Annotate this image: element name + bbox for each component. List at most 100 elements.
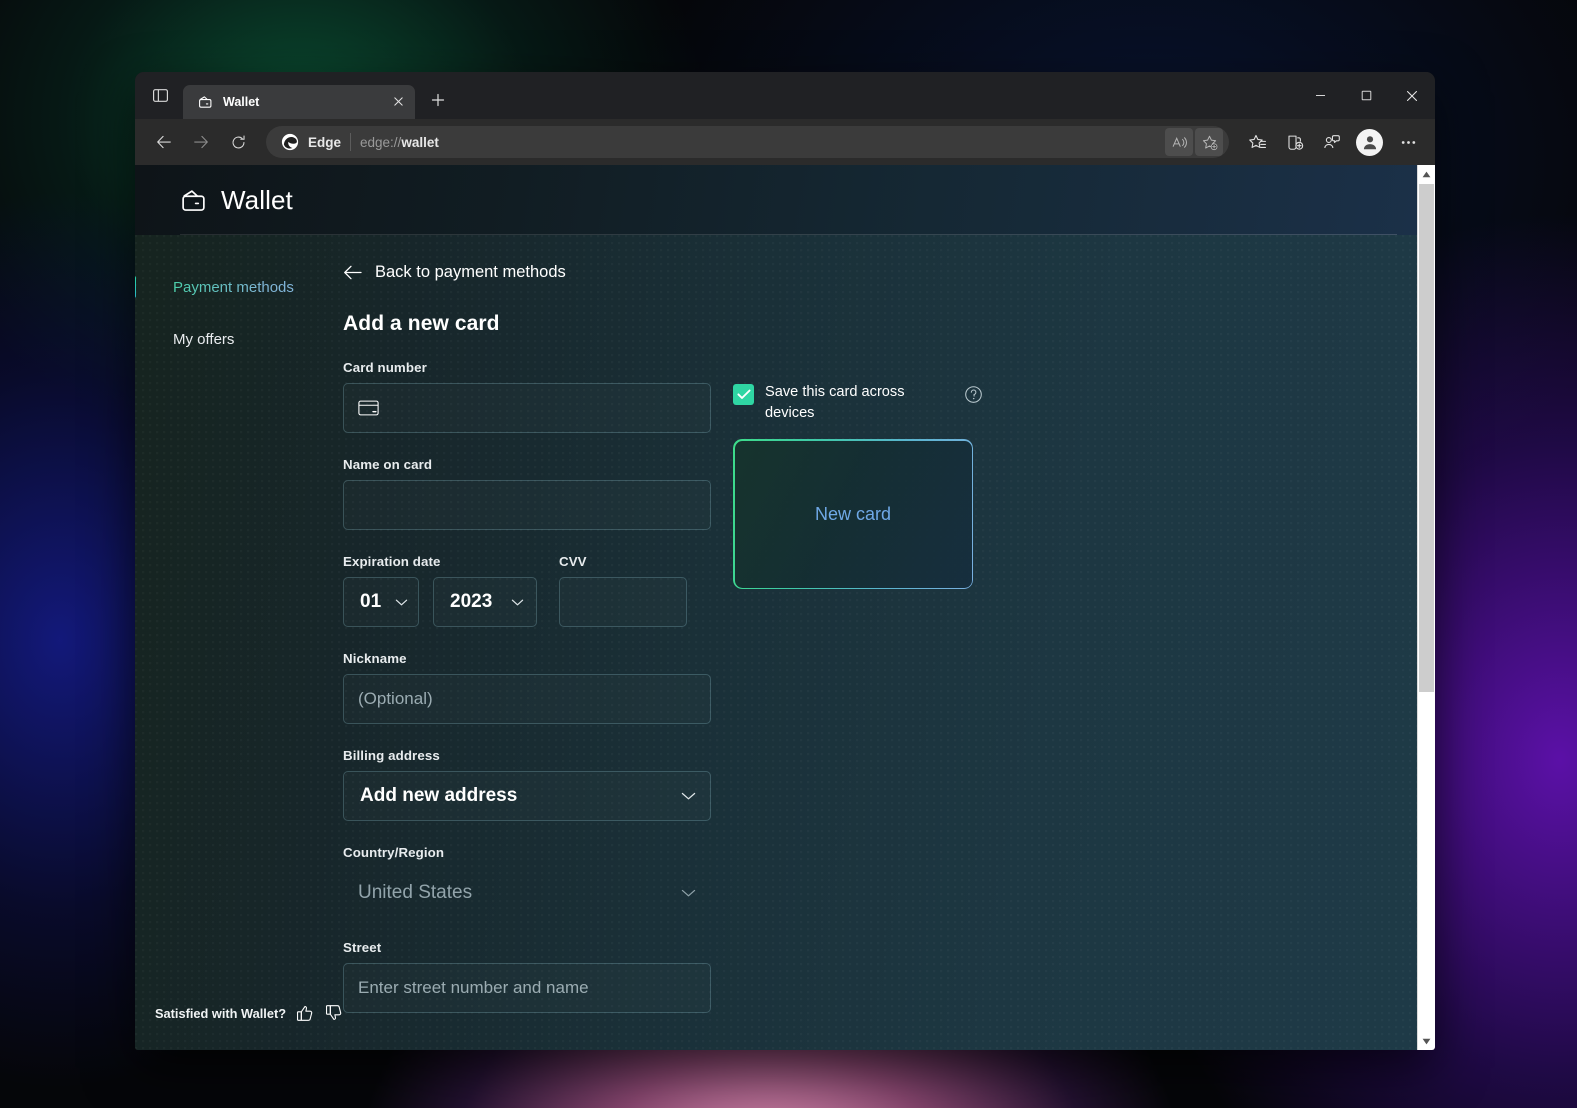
street-placeholder: Enter street number and name [358,978,589,998]
country-field-group: Country/Region United States [343,845,711,918]
back-to-payment-methods-link[interactable]: Back to payment methods [343,263,566,282]
feedback-bar: Satisfied with Wallet? [155,1004,344,1022]
scroll-down-arrow[interactable] [1418,1032,1435,1050]
feedback-label: Satisfied with Wallet? [155,1006,286,1021]
refresh-icon[interactable] [221,125,255,159]
edge-logo-icon [280,133,299,152]
omnibox-brand: Edge [308,135,341,150]
card-number-field-group: Card number [343,360,711,433]
form-heading: Add a new card [343,312,1417,336]
url-input[interactable]: Edge edge://wallet [266,126,1229,158]
scrollbar-thumb[interactable] [1419,184,1434,692]
read-aloud-icon[interactable] [1165,128,1193,156]
form-fields-column: Card number [343,360,711,1013]
close-tab-icon[interactable] [387,91,409,113]
card-preview-column: Save this card across devices [733,360,983,589]
expiration-field-group: Expiration date 01 [343,554,537,627]
street-input[interactable]: Enter street number and name [343,963,711,1013]
save-card-checkbox[interactable] [733,384,754,405]
scroll-up-arrow[interactable] [1418,165,1435,183]
back-arrow-icon[interactable] [147,125,181,159]
expiration-month-value: 01 [360,591,381,613]
wallet-brand: Wallet [180,185,293,216]
omnibox-separator [350,133,351,151]
collections-icon[interactable] [1277,125,1311,159]
street-field-group: Street Enter street number and name [343,940,711,1013]
card-preview: New card [733,439,973,589]
page-viewport: Wallet Payment methods My offers [135,165,1435,1050]
help-circle-icon[interactable] [964,385,983,404]
chevron-down-icon [395,598,408,607]
wallet-body: Payment methods My offers [135,235,1417,1050]
favorites-icon[interactable] [1240,125,1274,159]
thumbs-up-icon[interactable] [296,1004,315,1022]
nickname-label: Nickname [343,651,711,666]
address-bar: Edge edge://wallet [135,119,1435,165]
nickname-placeholder: (Optional) [358,689,433,709]
country-label: Country/Region [343,845,711,860]
cvv-field-group: CVV [559,554,687,627]
name-on-card-label: Name on card [343,457,711,472]
expiration-month-select[interactable]: 01 [343,577,419,627]
expiration-year-select[interactable]: 2023 [433,577,537,627]
scrollbar-track[interactable] [1418,183,1435,1032]
url-text: edge://wallet [360,135,1156,150]
profile-avatar-icon[interactable] [1356,129,1383,156]
sidebar-item-my-offers[interactable]: My offers [135,320,340,358]
card-number-input[interactable] [343,383,711,433]
chevron-down-icon [681,791,696,801]
billing-address-select[interactable]: Add new address [343,771,711,821]
cvv-label: CVV [559,554,687,569]
card-preview-label: New card [815,504,891,525]
chevron-down-icon [511,598,524,607]
add-favorite-icon[interactable] [1195,128,1223,156]
expiration-cvv-row: Expiration date 01 [343,554,711,627]
wallet-icon [197,93,214,110]
country-value: United States [358,882,472,904]
name-on-card-input[interactable] [343,480,711,530]
expiration-label: Expiration date [343,554,537,569]
new-tab-icon[interactable] [423,85,453,115]
close-window-icon[interactable] [1389,72,1435,119]
billing-address-field-group: Billing address Add new address [343,748,711,821]
street-label: Street [343,940,711,955]
forward-arrow-icon[interactable] [184,125,218,159]
sidebar-item-label: My offers [173,331,234,348]
back-link-label: Back to payment methods [375,263,566,282]
save-card-label: Save this card across devices [765,382,905,424]
tab-sidebar-icon[interactable] [145,81,175,111]
form-row: Card number [343,360,1417,1013]
arrow-left-icon [343,264,362,281]
more-settings-icon[interactable] [1391,125,1425,159]
maximize-icon[interactable] [1343,72,1389,119]
main-content: Back to payment methods Add a new card C… [340,235,1417,1050]
expiration-year-value: 2023 [450,591,492,613]
nickname-field-group: Nickname (Optional) [343,651,711,724]
sidebar: Payment methods My offers [135,235,340,1050]
billing-address-label: Billing address [343,748,711,763]
tab-title: Wallet [223,95,378,109]
credit-card-icon [358,400,379,416]
save-card-row: Save this card across devices [733,382,983,424]
browser-tab[interactable]: Wallet [183,85,415,119]
wallet-icon [180,186,209,215]
browser-window: Wallet [135,72,1435,1050]
minimize-icon[interactable] [1297,72,1343,119]
tab-strip: Wallet [135,72,1435,119]
sidebar-item-label: Payment methods [173,279,294,296]
page-title: Wallet [221,185,293,216]
window-controls [1297,72,1435,119]
url-main: wallet [401,135,439,150]
cvv-input[interactable] [559,577,687,627]
omnibox-actions [1165,128,1223,156]
copilot-icon[interactable] [1314,125,1348,159]
nickname-input[interactable]: (Optional) [343,674,711,724]
thumbs-down-icon[interactable] [325,1004,344,1022]
wallet-header: Wallet [135,165,1417,235]
wallet-page: Wallet Payment methods My offers [135,165,1417,1050]
url-prefix: edge:// [360,135,401,150]
billing-address-value: Add new address [360,785,517,807]
sidebar-item-payment-methods[interactable]: Payment methods [135,268,340,306]
page-scrollbar[interactable] [1417,165,1435,1050]
country-select[interactable]: United States [343,868,711,918]
